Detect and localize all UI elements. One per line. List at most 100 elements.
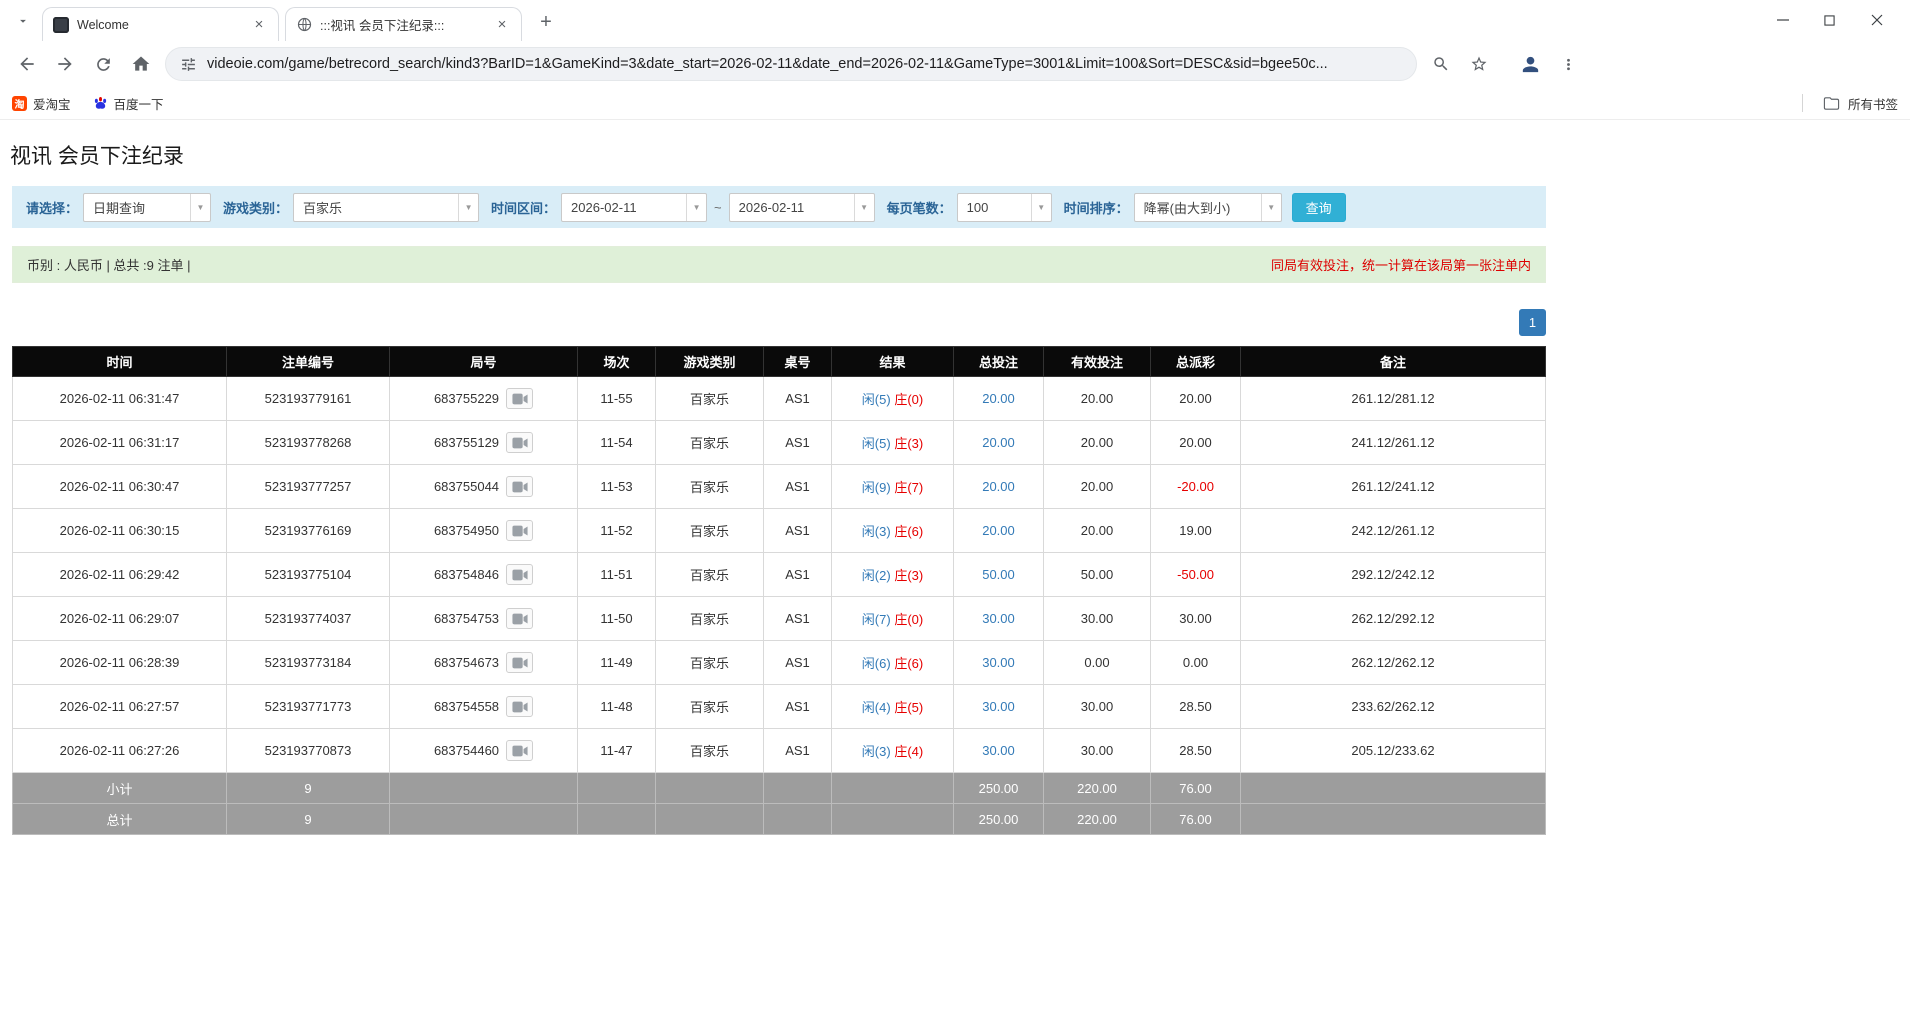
tab-betrecord[interactable]: :::视讯 会员下注纪录::: × <box>285 7 522 41</box>
home-button[interactable] <box>123 46 159 82</box>
result-banker: 庄(6) <box>894 656 923 671</box>
video-result-button[interactable] <box>506 740 533 761</box>
cell-total-bet: 20.00 <box>954 509 1044 553</box>
taobao-icon: 淘 <box>12 96 27 111</box>
cell-result: 闲(9) 庄(7) <box>832 465 954 509</box>
cell-game-type: 百家乐 <box>656 685 764 729</box>
forward-button[interactable] <box>47 46 83 82</box>
cell-session: 11-54 <box>578 421 656 465</box>
video-result-button[interactable] <box>506 696 533 717</box>
bookmark-taobao[interactable]: 淘 爱淘宝 <box>12 94 71 113</box>
cell-total-bet: 30.00 <box>954 685 1044 729</box>
video-result-icon <box>512 745 528 757</box>
game-type-select[interactable]: 百家乐 ▼ <box>293 193 479 222</box>
time-range-label: 时间区间： <box>491 198 556 217</box>
address-bar[interactable]: videoie.com/game/betrecord_search/kind3?… <box>165 47 1417 81</box>
total-bet-link[interactable]: 30.00 <box>982 611 1015 626</box>
total-bet-link[interactable]: 30.00 <box>982 743 1015 758</box>
page-1-button[interactable]: 1 <box>1519 309 1546 336</box>
video-result-button[interactable] <box>506 432 533 453</box>
cell-table-number: AS1 <box>764 509 832 553</box>
round-number: 683754950 <box>434 523 499 538</box>
maximize-button[interactable] <box>1806 0 1853 40</box>
result-player: 闲(3) <box>862 524 891 539</box>
total-bet-link[interactable]: 20.00 <box>982 435 1015 450</box>
sort-select[interactable]: 降幂(由大到小) ▼ <box>1134 193 1282 222</box>
browser-menu-button[interactable] <box>1550 46 1586 82</box>
table-body: 2026-02-11 06:31:47523193779161683755229… <box>13 377 1546 773</box>
column-header-8: 有效投注 <box>1044 347 1151 377</box>
cell-total-bet: 20.00 <box>954 421 1044 465</box>
tab-close-icon[interactable]: × <box>250 16 268 34</box>
round-number: 683754846 <box>434 567 499 582</box>
bookmark-star-button[interactable] <box>1461 46 1497 82</box>
site-info-icon[interactable] <box>180 56 197 73</box>
result-banker: 庄(0) <box>894 612 923 627</box>
total-bet-link[interactable]: 20.00 <box>982 523 1015 538</box>
profile-button[interactable] <box>1512 46 1548 82</box>
video-result-button[interactable] <box>506 608 533 629</box>
chevron-down-icon: ▼ <box>1261 194 1281 221</box>
reload-button[interactable] <box>85 46 121 82</box>
tab-close-icon[interactable]: × <box>493 16 511 34</box>
video-result-button[interactable] <box>506 520 533 541</box>
search-button[interactable]: 查询 <box>1292 193 1346 222</box>
cell-result: 闲(3) 庄(4) <box>832 729 954 773</box>
round-number: 683754558 <box>434 699 499 714</box>
round-number: 683755229 <box>434 391 499 406</box>
table-row: 2026-02-11 06:31:47523193779161683755229… <box>13 377 1546 421</box>
currency-summary-text: 币别 : 人民币 | 总共 :9 注单 | <box>27 255 191 274</box>
result-player: 闲(4) <box>862 700 891 715</box>
tab-title: :::视讯 会员下注纪录::: <box>320 15 485 34</box>
cell-round-number: 683755229 <box>390 377 578 421</box>
filter-bar: 请选择： 日期查询 ▼ 游戏类别： 百家乐 ▼ 时间区间： 2026-02-11… <box>12 186 1546 228</box>
table-row: 2026-02-11 06:29:42523193775104683754846… <box>13 553 1546 597</box>
round-number: 683754673 <box>434 655 499 670</box>
cell-bet-number: 523193775104 <box>227 553 390 597</box>
zoom-button[interactable] <box>1423 46 1459 82</box>
close-button[interactable] <box>1853 0 1900 40</box>
date-start-select[interactable]: 2026-02-11 ▼ <box>561 193 707 222</box>
cell-total-bet: 20.00 <box>954 465 1044 509</box>
cell-payout: -20.00 <box>1151 465 1241 509</box>
cell-note: 205.12/233.62 <box>1241 729 1546 773</box>
bookmark-baidu[interactable]: 百度一下 <box>93 94 164 113</box>
result-banker: 庄(7) <box>894 480 923 495</box>
total-bet-link[interactable]: 30.00 <box>982 699 1015 714</box>
cell-round-number: 683754846 <box>390 553 578 597</box>
total-bet-link[interactable]: 20.00 <box>982 391 1015 406</box>
result-banker: 庄(3) <box>894 436 923 451</box>
page-content: 视讯 会员下注纪录 请选择： 日期查询 ▼ 游戏类别： 百家乐 ▼ 时间区间： … <box>0 140 1910 835</box>
video-result-button[interactable] <box>506 388 533 409</box>
total-bet-link[interactable]: 20.00 <box>982 479 1015 494</box>
kebab-menu-icon <box>1560 56 1577 73</box>
tab-welcome[interactable]: Welcome × <box>42 7 279 41</box>
video-result-icon <box>512 525 528 537</box>
video-result-button[interactable] <box>506 652 533 673</box>
cell-valid-bet: 20.00 <box>1044 465 1151 509</box>
total-bet-link[interactable]: 50.00 <box>982 567 1015 582</box>
all-bookmarks-button[interactable]: 所有书签 <box>1802 94 1898 113</box>
total-row: 总计 9 250.00 220.00 76.00 <box>13 804 1546 835</box>
result-player: 闲(7) <box>862 612 891 627</box>
page-size-select[interactable]: 100 ▼ <box>957 193 1052 222</box>
new-tab-button[interactable]: + <box>532 8 560 36</box>
column-header-7: 总投注 <box>954 347 1044 377</box>
cell-bet-number: 523193777257 <box>227 465 390 509</box>
cell-note: 262.12/292.12 <box>1241 597 1546 641</box>
star-icon <box>1470 55 1488 73</box>
all-bookmarks-label: 所有书签 <box>1848 94 1898 113</box>
back-button[interactable] <box>9 46 45 82</box>
date-mode-select[interactable]: 日期查询 ▼ <box>83 193 211 222</box>
cell-payout: 28.50 <box>1151 685 1241 729</box>
cell-round-number: 683754460 <box>390 729 578 773</box>
minimize-button[interactable] <box>1759 0 1806 40</box>
date-end-select[interactable]: 2026-02-11 ▼ <box>729 193 875 222</box>
video-result-button[interactable] <box>506 476 533 497</box>
video-result-button[interactable] <box>506 564 533 585</box>
total-bet-link[interactable]: 30.00 <box>982 655 1015 670</box>
tab-search-button[interactable] <box>10 8 36 34</box>
table-row: 2026-02-11 06:30:47523193777257683755044… <box>13 465 1546 509</box>
result-player: 闲(9) <box>862 480 891 495</box>
cell-round-number: 683755044 <box>390 465 578 509</box>
